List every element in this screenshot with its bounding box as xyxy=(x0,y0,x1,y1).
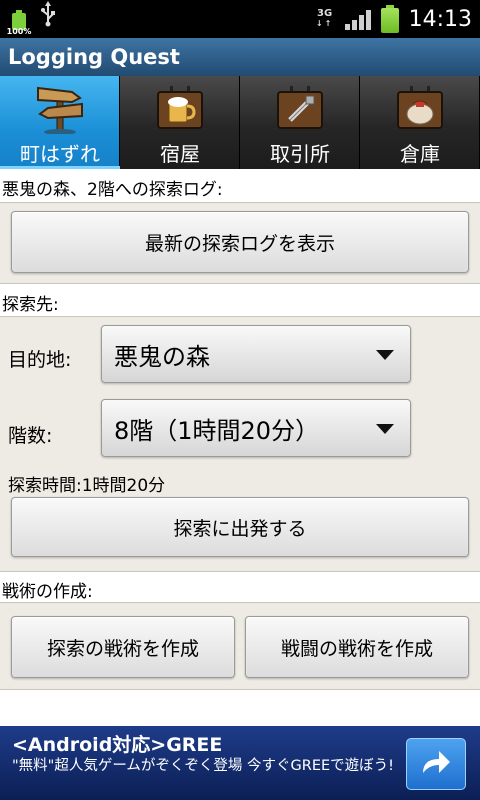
tab-label: 倉庫 xyxy=(400,142,440,166)
tab-label: 宿屋 xyxy=(160,142,200,166)
battery-full-icon xyxy=(380,5,399,33)
ad-banner[interactable]: <Android対応>GREE "無料"超人気ゲームがぞくぞく登場 今すぐGRE… xyxy=(0,726,480,800)
beer-mug-sign-icon xyxy=(156,86,204,130)
depart-explore-button[interactable]: 探索に出発する xyxy=(11,497,469,557)
create-battle-tactics-button[interactable]: 戦闘の戦術を作成 xyxy=(245,616,469,678)
tab-inn[interactable]: 宿屋 xyxy=(120,76,240,169)
floor-select[interactable]: 8階（1時間20分） xyxy=(101,399,411,457)
signpost-icon xyxy=(32,82,88,135)
status-right: 3G ↓↑ 14:13 xyxy=(315,0,472,38)
app-title: Logging Quest xyxy=(0,38,480,76)
network-type: 3G xyxy=(317,8,333,19)
ad-text: "無料"超人気ゲームがぞくぞく登場 今すぐGREEで遊ぼう! xyxy=(12,758,394,774)
status-left: 100% xyxy=(7,1,56,36)
create-explore-tactics-button[interactable]: 探索の戦術を作成 xyxy=(11,616,235,678)
destination-select[interactable]: 悪鬼の森 xyxy=(101,325,411,383)
tab-town-outskirts[interactable]: 町はずれ xyxy=(0,76,120,169)
trade-sign-icon xyxy=(276,86,324,130)
explore-time-text: 探索時間:1時間20分 xyxy=(8,476,166,496)
dropdown-arrow-icon xyxy=(376,350,394,360)
battery-percent: 100% xyxy=(6,27,32,36)
log-panel: 最新の探索ログを表示 xyxy=(0,202,480,284)
explore-section-label: 探索先: xyxy=(2,295,59,315)
dropdown-arrow-icon xyxy=(376,424,394,434)
signal-icon xyxy=(344,8,371,30)
tactics-panel: 探索の戦術を作成 戦闘の戦術を作成 xyxy=(0,602,480,690)
clock: 14:13 xyxy=(408,6,472,32)
bag-sign-icon xyxy=(396,86,444,130)
explore-panel: 目的地: 悪鬼の森 階数: 8階（1時間20分） 探索時間:1時間20分 探索に… xyxy=(0,316,480,572)
floor-value: 8階（1時間20分） xyxy=(114,416,320,445)
tab-warehouse[interactable]: 倉庫 xyxy=(360,76,480,169)
tab-label: 取引所 xyxy=(270,142,330,166)
destination-value: 悪鬼の森 xyxy=(114,342,210,371)
tactics-section-label: 戦術の作成: xyxy=(2,582,93,602)
destination-label: 目的地: xyxy=(8,349,72,371)
status-bar: 100% 3G ↓↑ 14:13 xyxy=(0,0,480,38)
tab-bar: 町はずれ 宿屋 取引所 倉庫 xyxy=(0,76,480,169)
arrow-right-icon xyxy=(419,747,453,781)
floor-label: 階数: xyxy=(8,425,53,447)
usb-icon xyxy=(40,1,56,34)
tab-label: 町はずれ xyxy=(20,142,100,166)
3g-icon: 3G ↓↑ xyxy=(315,8,334,29)
ad-go-button[interactable] xyxy=(406,738,466,790)
tab-exchange[interactable]: 取引所 xyxy=(240,76,360,169)
ad-title: <Android対応>GREE xyxy=(12,734,223,756)
show-latest-log-button[interactable]: 最新の探索ログを表示 xyxy=(11,211,469,273)
battery-icon: 100% xyxy=(7,10,31,36)
log-section-label: 悪鬼の森、2階への探索ログ: xyxy=(2,180,223,200)
